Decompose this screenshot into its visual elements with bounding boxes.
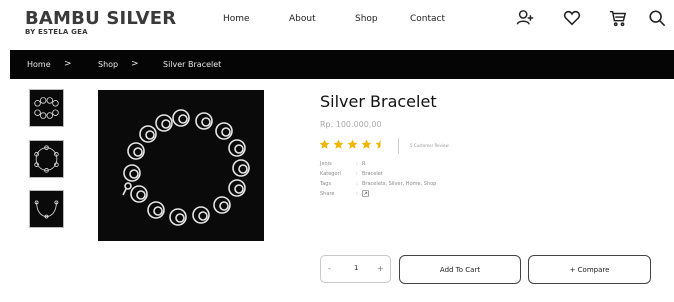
meta-value: R xyxy=(362,161,366,167)
star-icon xyxy=(361,139,372,149)
quantity-decrease-button[interactable]: - xyxy=(328,264,331,273)
product-main-image xyxy=(98,90,264,241)
meta-colon: : xyxy=(356,161,358,167)
meta-value[interactable]: Bracelets, Silver, Home, Shop xyxy=(362,181,436,187)
review-count[interactable]: 5 Customer Review xyxy=(410,143,449,148)
star-icon xyxy=(333,139,344,149)
heart-icon[interactable] xyxy=(563,9,581,27)
nav-shop[interactable]: Shop xyxy=(355,14,378,24)
meta-key: Kategori xyxy=(320,171,341,177)
meta-key: Tags xyxy=(320,181,332,187)
product-title: Silver Bracelet xyxy=(320,92,437,111)
star-icon xyxy=(319,139,330,149)
add-user-icon[interactable] xyxy=(516,9,534,27)
meta-colon: : xyxy=(356,181,358,187)
brand-logo-title[interactable]: BAMBU SILVER xyxy=(25,8,176,29)
breadcrumb: Home > Shop > Silver Bracelet xyxy=(10,50,674,79)
add-to-cart-button[interactable]: Add To Cart xyxy=(399,255,521,284)
meta-key: Jenis xyxy=(320,161,332,167)
quantity-increase-button[interactable]: + xyxy=(377,264,384,273)
breadcrumb-current: Silver Bracelet xyxy=(163,60,222,69)
meta-colon: : xyxy=(356,171,358,177)
quantity-value[interactable]: 1 xyxy=(354,264,358,272)
product-price: Rp. 100.000,00 xyxy=(320,120,382,129)
search-icon[interactable] xyxy=(648,9,666,27)
rating-divider xyxy=(398,138,399,154)
nav-about[interactable]: About xyxy=(289,14,316,24)
meta-value[interactable]: Bracelet xyxy=(362,171,383,177)
brand-logo-subtitle: BY ESTELA GEA xyxy=(25,28,88,36)
product-thumbnail[interactable] xyxy=(29,140,64,178)
rating-stars xyxy=(319,139,386,153)
star-icon xyxy=(375,139,381,149)
nav-home[interactable]: Home xyxy=(223,14,250,24)
star-icon xyxy=(347,139,358,149)
share-icon[interactable] xyxy=(362,190,369,197)
breadcrumb-separator: > xyxy=(131,59,139,69)
product-thumbnail[interactable] xyxy=(29,89,64,127)
meta-key: Share xyxy=(320,191,335,197)
cart-icon[interactable] xyxy=(609,9,627,27)
breadcrumb-separator: > xyxy=(64,59,72,69)
quantity-stepper: - 1 + xyxy=(320,255,391,283)
site-header: BAMBU SILVER BY ESTELA GEA Home About Sh… xyxy=(0,0,674,47)
product-thumbnail[interactable] xyxy=(29,190,64,228)
compare-button[interactable]: + Compare xyxy=(528,255,651,284)
breadcrumb-shop[interactable]: Shop xyxy=(98,60,118,69)
breadcrumb-home[interactable]: Home xyxy=(27,60,51,69)
meta-colon: : xyxy=(356,191,358,197)
nav-contact[interactable]: Contact xyxy=(410,14,445,24)
